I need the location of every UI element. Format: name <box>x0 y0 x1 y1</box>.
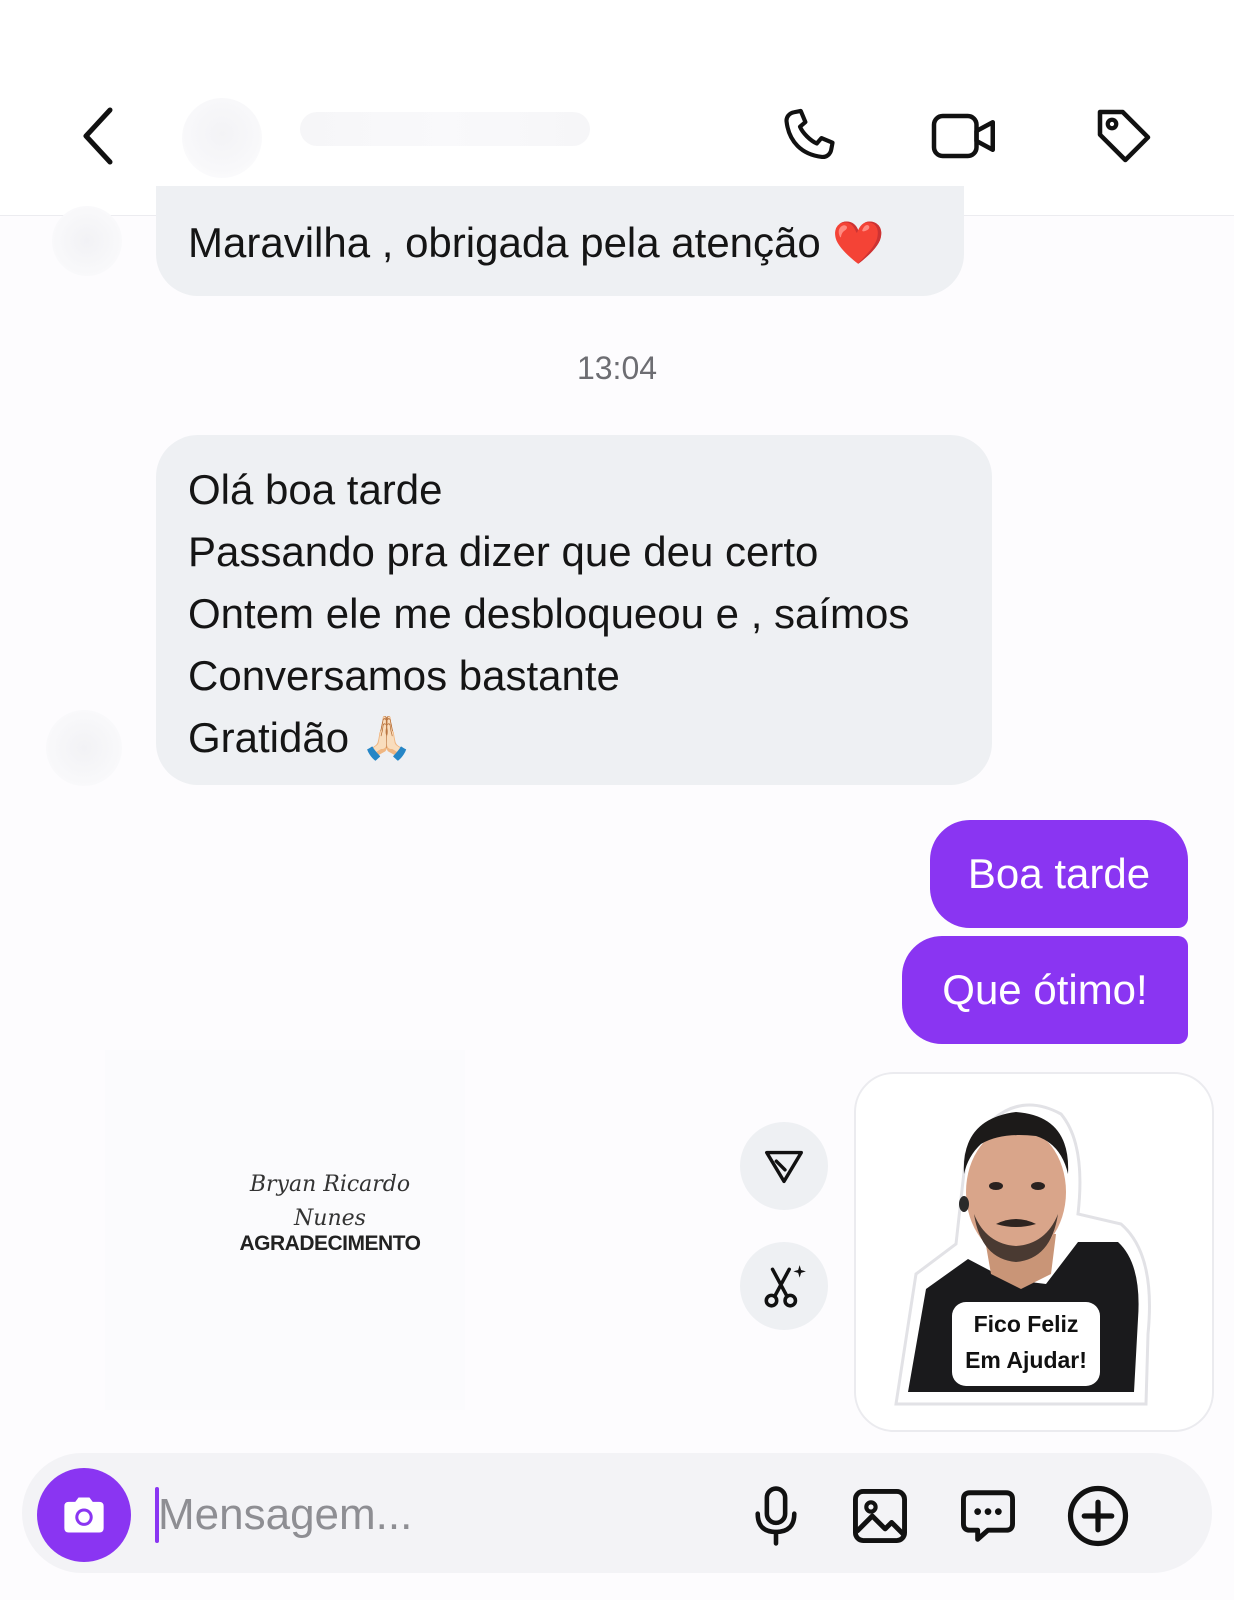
back-button[interactable] <box>62 100 134 172</box>
voice-message-button[interactable] <box>738 1478 814 1554</box>
remix-sticker-button[interactable] <box>740 1242 828 1330</box>
video-camera-icon <box>931 113 995 159</box>
chat-bubble-icon <box>961 1490 1015 1542</box>
phone-icon <box>784 108 835 160</box>
share-button[interactable] <box>740 1122 828 1210</box>
voice-call-button[interactable] <box>772 100 844 172</box>
contact-name[interactable] <box>300 112 590 146</box>
outgoing-message[interactable]: Boa tarde <box>930 820 1188 928</box>
camera-icon <box>64 1497 104 1533</box>
scissors-sparkle-icon <box>764 1265 806 1308</box>
watermark-title: AGRADECIMENTO <box>239 1232 421 1255</box>
tag-icon <box>1097 109 1151 163</box>
tag-button[interactable] <box>1088 100 1160 172</box>
message-line: Gratidão 🙏🏻 <box>188 714 414 761</box>
chat-header <box>0 0 1234 216</box>
message-text: Boa tarde <box>967 850 1151 897</box>
microphone-icon <box>755 1486 797 1546</box>
incoming-message[interactable]: Maravilha , obrigada pela atenção ❤️ <box>156 186 964 296</box>
message-text: Que ótimo! <box>942 966 1148 1013</box>
message-line: Passando pra dizer que deu certo <box>188 528 819 575</box>
sticker-message[interactable]: Fico Feliz Em Ajudar! <box>854 1072 1214 1432</box>
plus-circle-icon <box>1067 1485 1129 1547</box>
image-icon <box>853 1489 907 1543</box>
sticker-button[interactable] <box>950 1478 1026 1554</box>
text-cursor <box>155 1487 159 1543</box>
sender-avatar[interactable] <box>46 710 122 786</box>
message-line: Conversamos bastante <box>188 652 620 699</box>
outgoing-message[interactable]: Que ótimo! <box>902 936 1188 1044</box>
camera-button[interactable] <box>37 1468 131 1562</box>
message-line: Olá boa tarde <box>188 466 443 513</box>
message-line: Ontem ele me desbloqueou e , saímos <box>188 590 910 637</box>
chevron-left-icon <box>83 107 113 165</box>
message-text: Maravilha , obrigada pela atenção ❤️ <box>188 219 885 266</box>
message-input[interactable] <box>152 1480 718 1550</box>
message-timestamp: 13:04 <box>576 350 658 386</box>
contact-avatar[interactable] <box>182 98 262 178</box>
incoming-message[interactable]: Olá boa tarde Passando pra dizer que deu… <box>156 435 992 785</box>
sender-avatar[interactable] <box>52 206 122 276</box>
sticker-caption: Fico Feliz Em Ajudar! <box>952 1302 1100 1386</box>
watermark-signature: Bryan Ricardo Nunes <box>249 1172 411 1231</box>
video-call-button[interactable] <box>928 100 1000 172</box>
send-icon <box>765 1150 803 1184</box>
more-options-button[interactable] <box>1060 1478 1136 1554</box>
gallery-button[interactable] <box>842 1478 918 1554</box>
